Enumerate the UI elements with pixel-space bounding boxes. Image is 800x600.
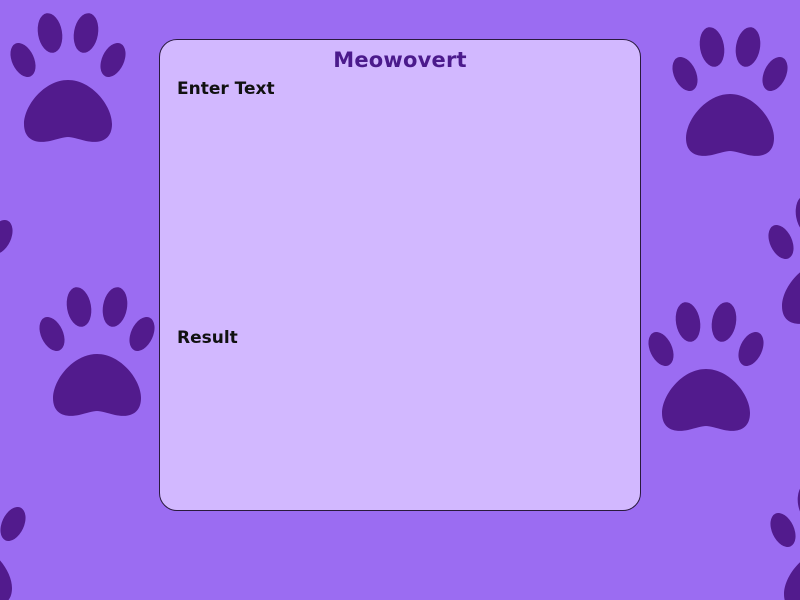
result-label: Result — [177, 328, 238, 348]
paw-print-icon — [763, 193, 800, 324]
enter-text-label: Enter Text — [177, 79, 275, 99]
text-input[interactable] — [177, 106, 623, 311]
paw-print-icon — [34, 285, 160, 416]
paw-print-icon — [765, 481, 800, 600]
paw-print-icon — [0, 188, 18, 319]
paw-print-icon — [667, 25, 793, 156]
app-title: Meowovert — [333, 48, 467, 72]
paw-print-icon — [643, 300, 769, 431]
paw-print-icon — [0, 475, 31, 600]
result-output — [177, 356, 623, 496]
converter-card: Meowovert Enter Text Result — [159, 39, 641, 511]
paw-print-icon — [5, 11, 131, 142]
